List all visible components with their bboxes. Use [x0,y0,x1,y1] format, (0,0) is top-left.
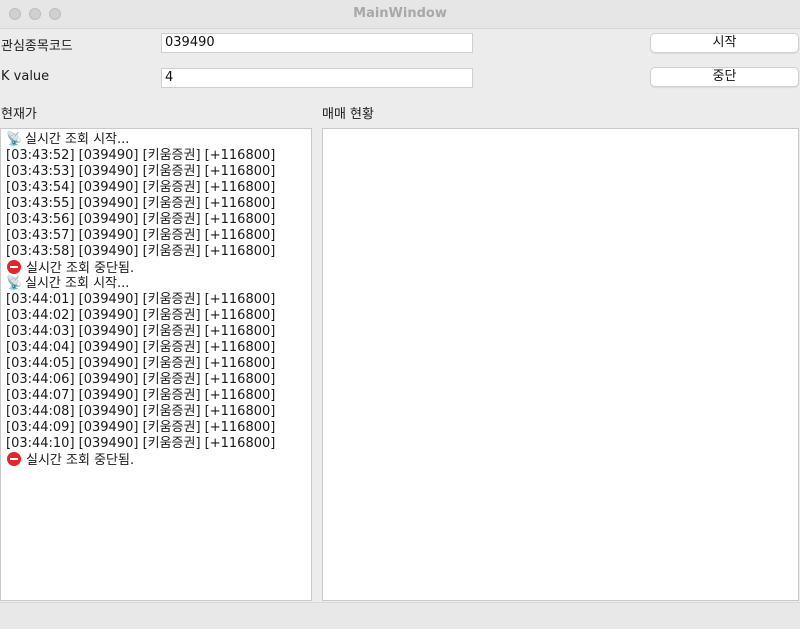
log-text: [03:43:54] [039490] [키움증권] [+116800] [6,180,276,195]
log-text: 실시간 조회 중단됨. [26,261,135,276]
log-line: [03:44:03] [039490] [키움증권] [+116800] [6,324,311,340]
log-text: [03:44:06] [039490] [키움증권] [+116800] [6,372,276,387]
log-text: [03:43:52] [039490] [키움증권] [+116800] [6,148,276,163]
log-line: [03:44:07] [039490] [키움증권] [+116800] [6,388,311,404]
log-line: [03:43:58] [039490] [키움증권] [+116800] [6,244,311,260]
log-line: 실시간 조회 중단됨. [6,260,311,276]
log-text: [03:44:08] [039490] [키움증권] [+116800] [6,404,276,419]
log-text: 실시간 조회 시작... [25,132,130,147]
log-line: [03:44:06] [039490] [키움증권] [+116800] [6,372,311,388]
k-value-label: K value [1,69,50,84]
log-line: [03:43:52] [039490] [키움증권] [+116800] [6,148,311,164]
log-text: [03:43:55] [039490] [키움증권] [+116800] [6,196,276,211]
stop-icon [7,452,21,466]
log-line: [03:43:56] [039490] [키움증권] [+116800] [6,212,311,228]
log-list: 📡 실시간 조회 시작... [03:43:52] [039490] [키움증권] … [1,129,311,468]
log-line: [03:43:53] [039490] [키움증권] [+116800] [6,164,311,180]
satellite-icon: 📡 [6,132,23,147]
log-line: 📡 실시간 조회 시작... [6,276,311,292]
log-text: [03:44:02] [039490] [키움증권] [+116800] [6,308,276,323]
log-text: [03:44:05] [039490] [키움증권] [+116800] [6,356,276,371]
log-text: [03:43:53] [039490] [키움증권] [+116800] [6,164,276,179]
current-price-label: 현재가 [1,107,37,122]
log-line: [03:43:57] [039490] [키움증권] [+116800] [6,228,311,244]
log-line: [03:43:54] [039490] [키움증권] [+116800] [6,180,311,196]
log-line: [03:44:08] [039490] [키움증권] [+116800] [6,404,311,420]
log-text: [03:43:57] [039490] [키움증권] [+116800] [6,228,276,243]
stop-icon [7,260,21,274]
log-line: 📡 실시간 조회 시작... [6,132,311,148]
k-value-input[interactable]: 4 [161,68,473,88]
stock-code-label: 관심종목코드 [1,39,73,54]
status-bar [0,602,800,629]
start-button[interactable]: 시작 [650,33,799,53]
satellite-icon: 📡 [6,276,23,291]
log-text: 실시간 조회 시작... [25,276,130,291]
log-line: [03:44:09] [039490] [키움증권] [+116800] [6,420,311,436]
log-line: [03:44:01] [039490] [키움증권] [+116800] [6,292,311,308]
log-line: [03:44:04] [039490] [키움증권] [+116800] [6,340,311,356]
trade-status-panel[interactable] [322,128,799,601]
log-text: [03:43:56] [039490] [키움증권] [+116800] [6,212,276,227]
log-line: [03:44:10] [039490] [키움증권] [+116800] [6,436,311,452]
log-text: [03:44:04] [039490] [키움증권] [+116800] [6,340,276,355]
log-text: 실시간 조회 중단됨. [26,453,135,468]
main-window: MainWindow 관심종목코드 039490 시작 K value 4 중단… [0,0,800,629]
log-text: [03:44:01] [039490] [키움증권] [+116800] [6,292,276,307]
current-price-log-panel[interactable]: 📡 실시간 조회 시작... [03:43:52] [039490] [키움증권] … [0,128,312,601]
stock-code-input[interactable]: 039490 [161,33,473,53]
trade-status-label: 매매 현황 [322,107,374,122]
log-line: 실시간 조회 중단됨. [6,452,311,468]
log-line: [03:44:05] [039490] [키움증권] [+116800] [6,356,311,372]
log-text: [03:44:03] [039490] [키움증권] [+116800] [6,324,276,339]
log-text: [03:43:58] [039490] [키움증권] [+116800] [6,244,276,259]
log-line: [03:43:55] [039490] [키움증권] [+116800] [6,196,311,212]
window-title: MainWindow [353,6,447,21]
log-text: [03:44:10] [039490] [키움증권] [+116800] [6,436,276,451]
log-line: [03:44:02] [039490] [키움증권] [+116800] [6,308,311,324]
stop-button[interactable]: 중단 [650,67,799,87]
log-text: [03:44:09] [039490] [키움증권] [+116800] [6,420,276,435]
log-text: [03:44:07] [039490] [키움증권] [+116800] [6,388,276,403]
title-bar[interactable]: MainWindow [0,0,800,29]
